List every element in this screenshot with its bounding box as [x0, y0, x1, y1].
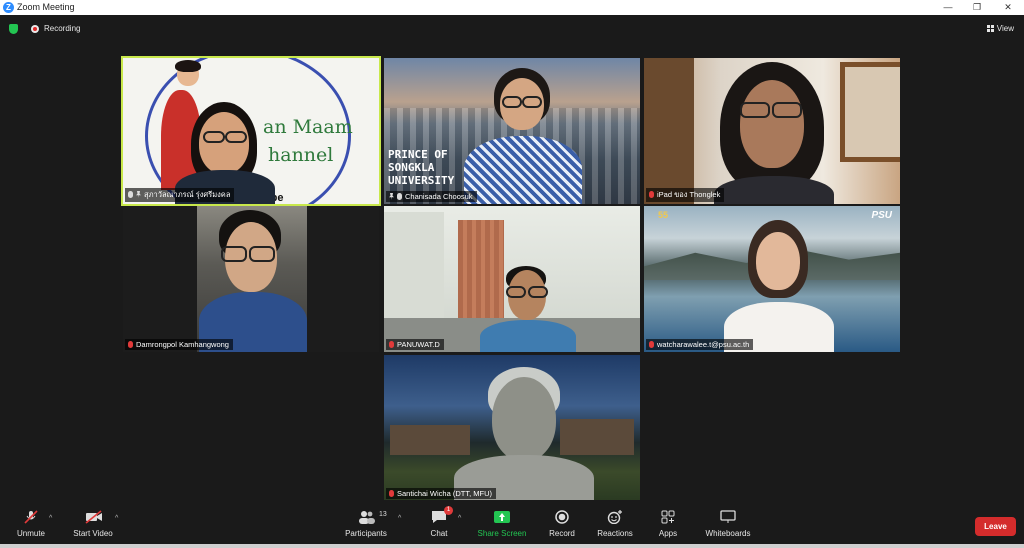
- mic-muted-icon: [649, 191, 654, 198]
- grid-view-icon: [986, 25, 994, 32]
- mic-muted-icon: [649, 341, 654, 348]
- unmute-button[interactable]: Unmute: [14, 510, 48, 538]
- view-label: View: [996, 24, 1014, 33]
- close-icon[interactable]: ✕: [1001, 1, 1015, 13]
- video-options-chevron-icon[interactable]: ^: [115, 515, 118, 522]
- participants-button[interactable]: 13 Participants: [340, 510, 392, 538]
- apps-button[interactable]: Apps: [655, 510, 681, 538]
- participant-face: [740, 80, 804, 168]
- meeting-topbar: Recording View: [0, 15, 1024, 43]
- building-background: [560, 419, 634, 455]
- curtain-background: [458, 220, 504, 332]
- chat-options-chevron-icon[interactable]: ^: [458, 515, 461, 522]
- chat-icon: 1: [431, 506, 453, 524]
- glasses-shape: [502, 96, 522, 108]
- anniversary-logo: 55: [658, 210, 669, 220]
- taskbar-edge: [0, 544, 1024, 548]
- record-button[interactable]: Record: [546, 510, 578, 538]
- video-tile[interactable]: 55 PSU watcharawalee.t@psu.ac.th: [644, 206, 900, 352]
- participants-count: 13: [379, 511, 387, 518]
- video-tile[interactable]: Damrongpol Kamhangwong: [123, 206, 379, 352]
- glasses-shape: [221, 246, 247, 262]
- meeting-toolbar: Unmute ^ Start Video ^ 13 Participants ^…: [0, 500, 1024, 548]
- security-shield-icon[interactable]: [9, 24, 18, 34]
- glasses-shape: [740, 102, 770, 118]
- pin-icon: [389, 193, 394, 200]
- whiteboard-icon: [720, 510, 736, 524]
- reactions-button[interactable]: Reactions: [595, 510, 635, 538]
- share-screen-button[interactable]: Share Screen: [476, 510, 528, 538]
- participant-face: [199, 112, 249, 174]
- chat-unread-badge: 1: [444, 506, 453, 515]
- recording-label: Recording: [44, 24, 81, 33]
- participant-face: [756, 232, 800, 290]
- participant-name-label: Damrongpol Kamhangwong: [125, 339, 233, 350]
- mic-muted-icon: [128, 341, 133, 348]
- building-background: [390, 425, 470, 455]
- apps-icon: [660, 510, 676, 524]
- participant-name-label: สุภาวัลณาภรณ์ รุ่งศรีมงคล: [125, 188, 235, 202]
- door-background: [644, 58, 694, 204]
- video-tile[interactable]: Santichai Wicha (DTT, MFU): [384, 355, 640, 501]
- participant-name-label: Chanisada Choosuk: [386, 191, 477, 202]
- mic-muted-icon: [389, 490, 394, 497]
- pin-icon: [136, 191, 141, 198]
- glasses-shape: [772, 102, 802, 118]
- chat-button[interactable]: 1 Chat: [426, 506, 453, 538]
- window-title: Zoom Meeting: [17, 2, 75, 12]
- psu-logo: PSU: [871, 210, 892, 221]
- participants-options-chevron-icon[interactable]: ^: [398, 515, 401, 522]
- channel-banner-text: an Maam: [263, 116, 353, 138]
- hair-shape: [175, 60, 201, 72]
- restore-icon[interactable]: ❐: [970, 1, 984, 13]
- participant-face: [492, 377, 556, 461]
- participant-name-label: watcharawalee.t@psu.ac.th: [646, 339, 754, 350]
- share-screen-icon: [494, 510, 510, 524]
- zoom-logo-icon: Z: [3, 2, 14, 13]
- view-button[interactable]: View: [986, 24, 1014, 33]
- participant-name-label: Santichai Wicha (DTT, MFU): [386, 488, 497, 499]
- mic-icon: [397, 193, 402, 200]
- start-video-button[interactable]: Start Video: [70, 510, 116, 538]
- mic-muted-icon: [23, 510, 39, 524]
- recording-icon: [31, 25, 39, 33]
- record-icon: [554, 510, 570, 524]
- glasses-shape: [249, 246, 275, 262]
- whiteboards-button[interactable]: Whiteboards: [702, 510, 754, 538]
- body-shape: [480, 320, 576, 352]
- video-tile[interactable]: iPad ของ Thonglek: [644, 58, 900, 204]
- mic-icon: [128, 191, 133, 198]
- participants-icon: 13: [358, 510, 387, 524]
- glasses-shape: [225, 131, 247, 143]
- participant-name-label: PANUWAT.D: [386, 339, 444, 350]
- wall-frame-background: [840, 62, 900, 162]
- body-shape: [714, 176, 834, 204]
- glasses-shape: [522, 96, 542, 108]
- channel-banner-text: hannel: [268, 144, 334, 166]
- video-tile[interactable]: PRINCE OF SONGKLA UNIVERSITY Chanisada C…: [384, 58, 640, 204]
- participant-name-label: iPad ของ Thonglek: [646, 188, 725, 202]
- audio-options-chevron-icon[interactable]: ^: [49, 515, 52, 522]
- glasses-shape: [506, 286, 526, 298]
- video-tile[interactable]: PANUWAT.D: [384, 206, 640, 352]
- leave-button[interactable]: Leave: [975, 517, 1016, 536]
- glasses-shape: [528, 286, 548, 298]
- video-off-icon: [85, 510, 102, 524]
- glasses-shape: [203, 131, 225, 143]
- smiley-icon: [607, 510, 623, 525]
- video-tile[interactable]: an Maam hannel Tube สุภาวัลณาภรณ์ รุ่งศร…: [121, 56, 381, 206]
- window-titlebar: Z Zoom Meeting — ❐ ✕: [0, 0, 1024, 15]
- body-shape: [464, 136, 582, 204]
- mic-muted-icon: [389, 341, 394, 348]
- minimize-icon[interactable]: —: [941, 1, 955, 13]
